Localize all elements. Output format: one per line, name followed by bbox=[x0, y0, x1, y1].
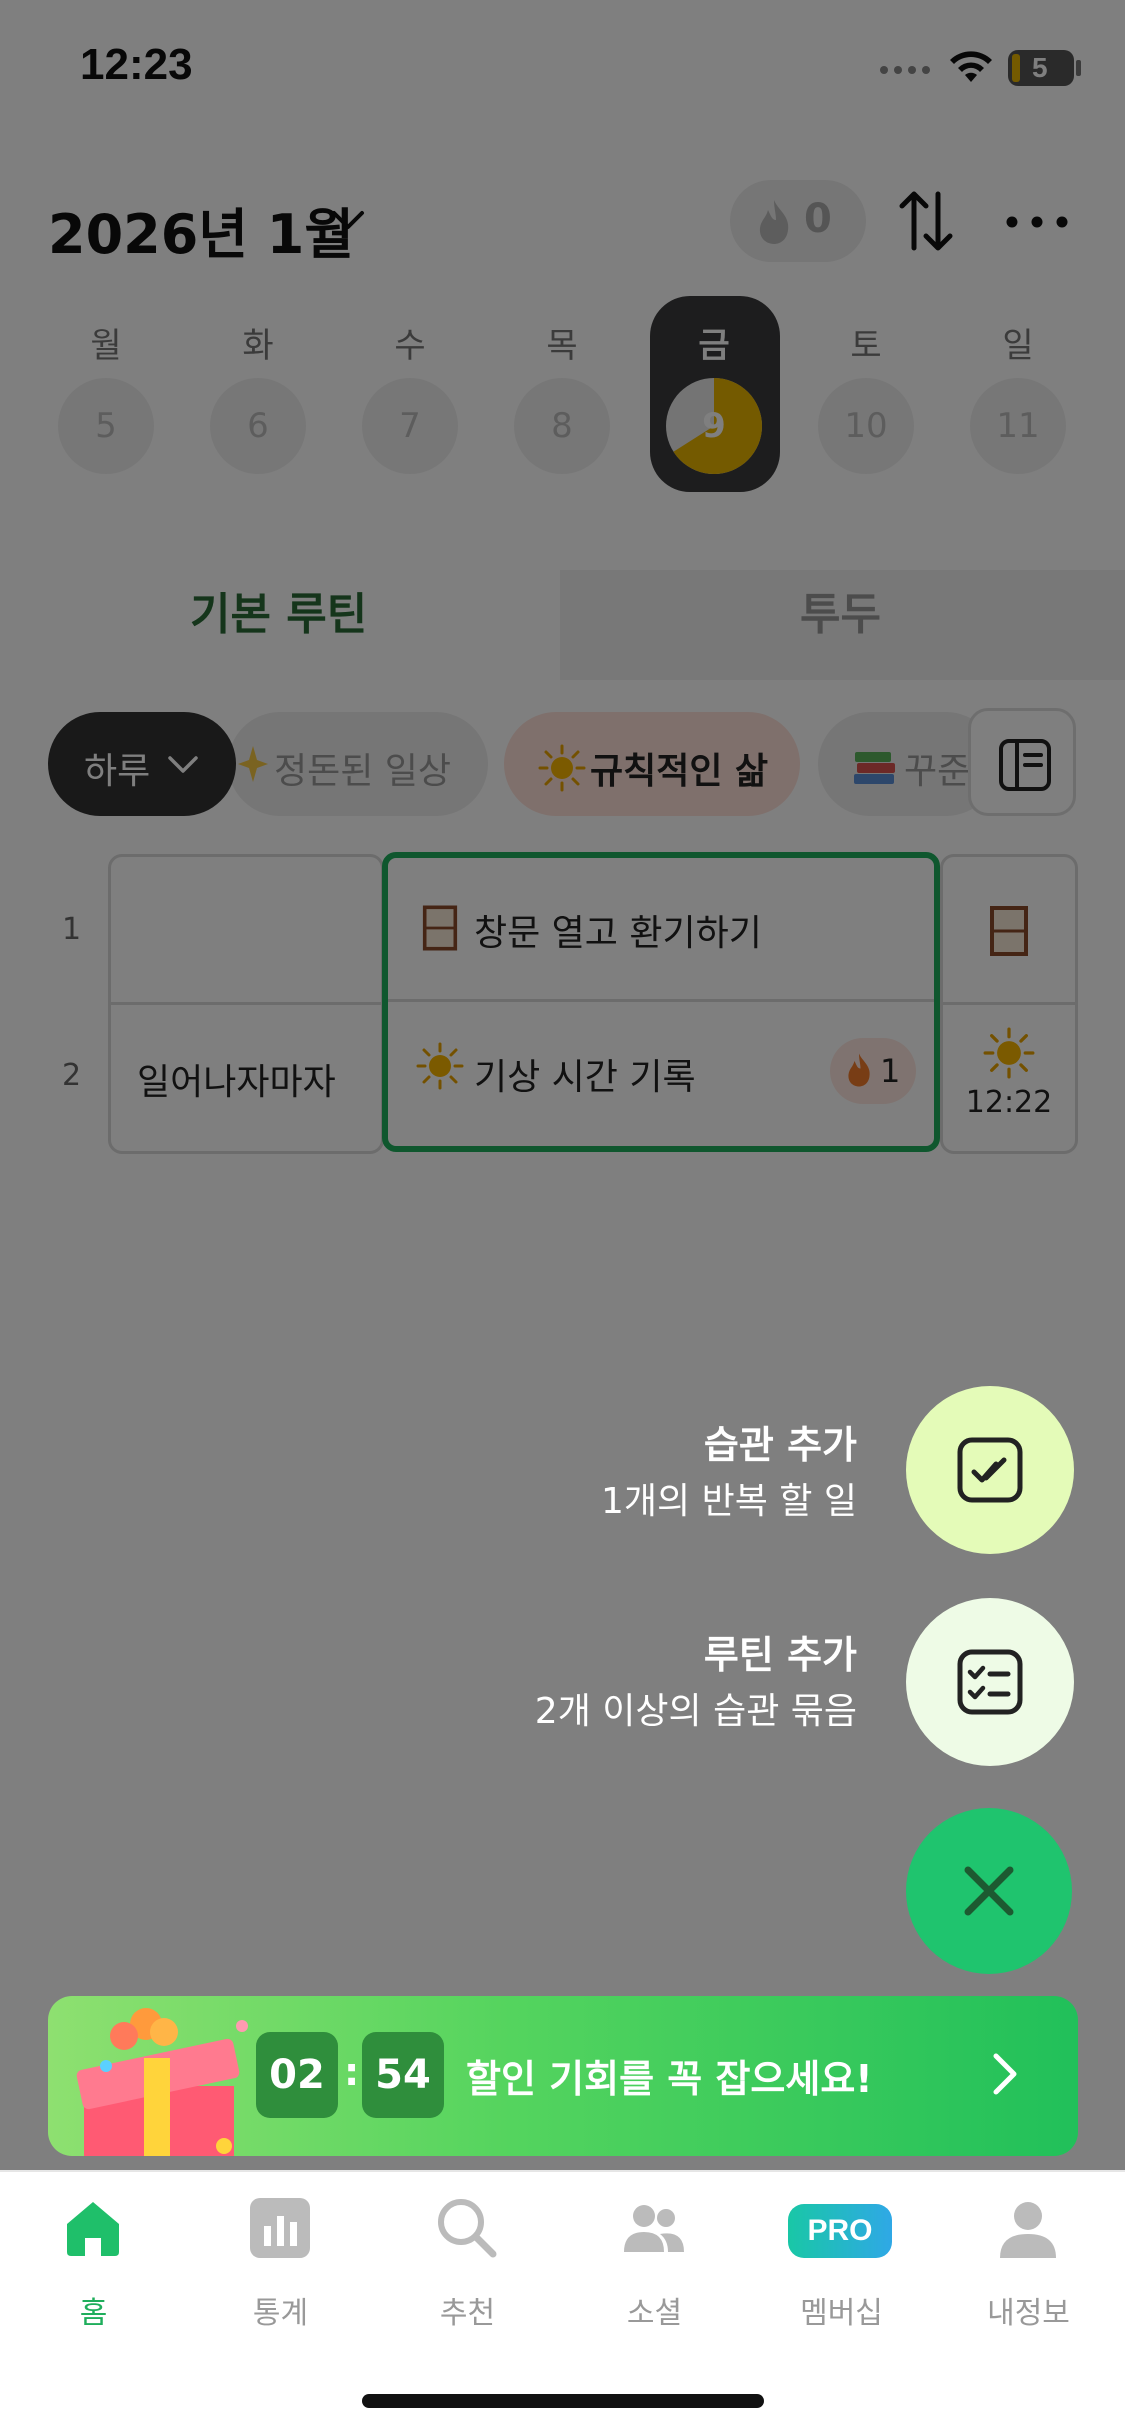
add-habit-button[interactable] bbox=[906, 1386, 1074, 1554]
person-icon bbox=[1000, 2202, 1056, 2258]
gift-icon bbox=[76, 2008, 248, 2156]
add-routine-subtitle: 2개 이상의 습관 묶음 bbox=[534, 1691, 857, 1732]
close-icon bbox=[964, 1866, 1014, 1916]
checklist-icon bbox=[957, 1649, 1023, 1715]
tab-label: 추천 bbox=[439, 2296, 496, 2331]
home-indicator bbox=[362, 2394, 764, 2408]
pro-badge: PRO bbox=[788, 2204, 892, 2258]
tab-label: 소셜 bbox=[626, 2296, 683, 2331]
add-habit-title[interactable]: 습관 추가 bbox=[704, 1414, 857, 1469]
close-fab-button[interactable] bbox=[906, 1808, 1072, 1974]
stats-icon bbox=[250, 2198, 310, 2258]
tab-social[interactable]: 소셜 bbox=[561, 2196, 748, 2331]
add-habit-subtitle: 1개의 반복 할 일 bbox=[601, 1481, 857, 1522]
countdown-minutes: 02 bbox=[256, 2032, 338, 2118]
promo-text: 할인 기회를 꼭 잡으세요! bbox=[466, 2057, 873, 2101]
tab-recommend[interactable]: 추천 bbox=[374, 2196, 561, 2331]
tab-membership[interactable]: PRO 멤버십 bbox=[748, 2196, 935, 2331]
tab-profile[interactable]: 내정보 bbox=[935, 2196, 1122, 2331]
tab-stats[interactable]: 통계 bbox=[187, 2196, 374, 2331]
people-icon bbox=[624, 2205, 684, 2252]
promo-banner[interactable]: 02 : 54 할인 기회를 꼭 잡으세요! bbox=[48, 1996, 1078, 2156]
tab-label: 멤버십 bbox=[800, 2296, 883, 2331]
countdown-colon: : bbox=[344, 2050, 360, 2094]
add-routine-button[interactable] bbox=[906, 1598, 1074, 1766]
add-routine-title[interactable]: 루틴 추가 bbox=[704, 1624, 857, 1679]
tab-label: 내정보 bbox=[987, 2296, 1070, 2331]
habit-check-icon bbox=[957, 1437, 1023, 1503]
tab-label: 통계 bbox=[252, 2296, 309, 2331]
tab-label: 홈 bbox=[79, 2296, 108, 2331]
home-icon bbox=[67, 2202, 119, 2256]
tab-home[interactable]: 홈 bbox=[0, 2196, 187, 2331]
countdown-seconds: 54 bbox=[362, 2032, 444, 2118]
search-icon bbox=[438, 2199, 497, 2258]
chevron-right-icon bbox=[993, 2053, 1017, 2095]
